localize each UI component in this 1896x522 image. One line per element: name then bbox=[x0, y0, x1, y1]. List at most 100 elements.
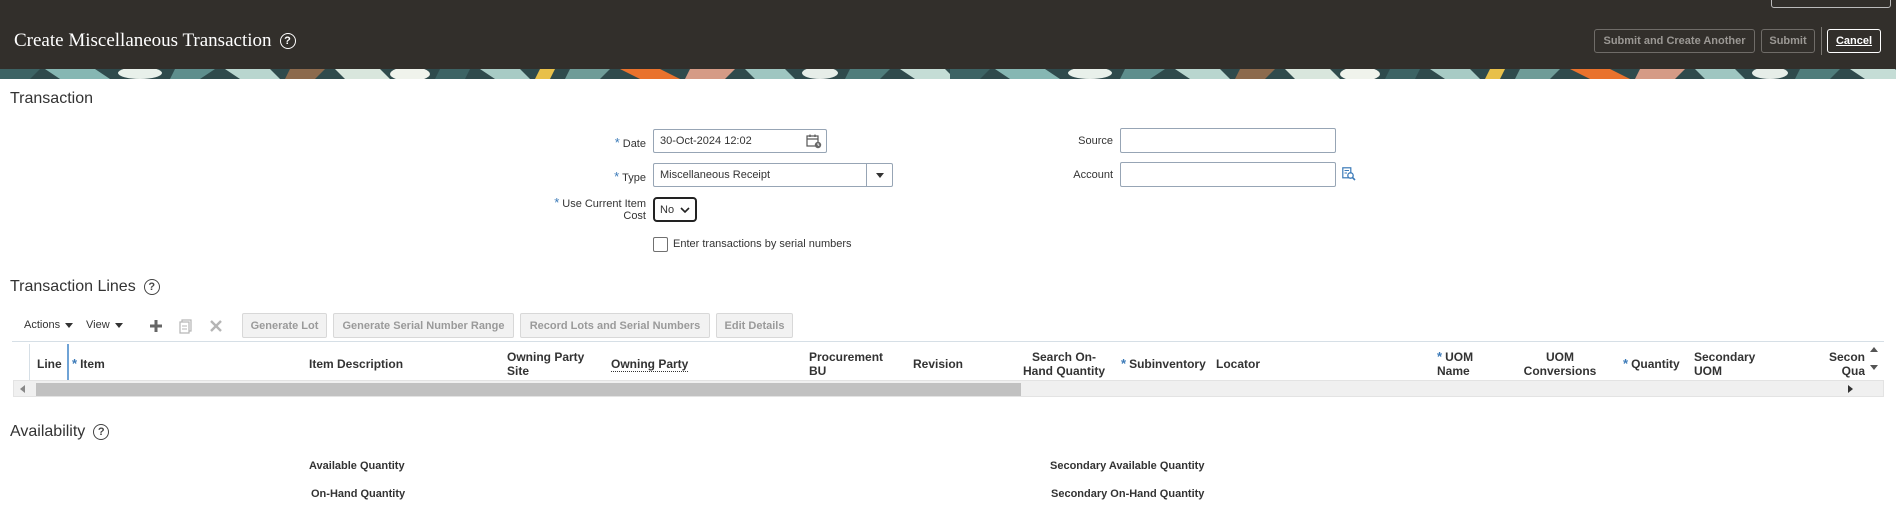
dropdown-arrow-icon bbox=[875, 172, 884, 178]
horizontal-scrollbar[interactable] bbox=[13, 380, 1884, 397]
submit-and-create-another-button[interactable]: Submit and Create Another bbox=[1594, 29, 1755, 53]
source-label: Source bbox=[1078, 135, 1113, 147]
type-label: * Type bbox=[560, 169, 646, 184]
column-header-line[interactable]: Line bbox=[37, 357, 62, 371]
column-header-uom-conversions[interactable]: UOM Conversions bbox=[1516, 350, 1604, 378]
column-header-owning-party-site[interactable]: Owning Party Site bbox=[507, 350, 584, 378]
column-header-revision[interactable]: Revision bbox=[913, 357, 963, 371]
column-header-locator[interactable]: Locator bbox=[1216, 357, 1260, 371]
submit-button[interactable]: Submit bbox=[1761, 29, 1815, 53]
column-header-quantity-text: Quantity bbox=[1631, 357, 1680, 371]
source-input[interactable] bbox=[1120, 128, 1336, 153]
column-header-item[interactable]: * Item bbox=[72, 356, 105, 372]
column-header-procurement-bu-line1: Procurement bbox=[809, 350, 884, 364]
column-header-uom-conversions-line2: Conversions bbox=[1523, 364, 1597, 378]
use-current-item-cost-value: No bbox=[660, 203, 675, 216]
column-header-item-text: Item bbox=[80, 357, 105, 371]
account-input[interactable] bbox=[1120, 162, 1336, 187]
search-icon[interactable] bbox=[1342, 167, 1356, 184]
column-header-secondary-uom-line1: Secondary bbox=[1694, 350, 1756, 364]
required-marker: * bbox=[1121, 356, 1127, 371]
grid-column-focus-indicator bbox=[67, 344, 69, 380]
decorative-banner bbox=[0, 69, 1896, 79]
use-current-item-cost-select[interactable]: No bbox=[653, 197, 697, 222]
chevron-down-icon bbox=[680, 206, 690, 213]
required-marker: * bbox=[614, 135, 620, 150]
column-header-owning-party-site-line2: Site bbox=[507, 364, 530, 378]
cancel-button[interactable]: Cancel bbox=[1827, 29, 1881, 53]
column-header-secondary-quantity[interactable]: Secon Qua bbox=[1829, 350, 1865, 378]
scroll-left-arrow-icon[interactable] bbox=[20, 385, 25, 393]
required-marker: * bbox=[554, 195, 560, 210]
edit-details-button[interactable]: Edit Details bbox=[716, 313, 793, 338]
secondary-onhand-quantity-label: Secondary On-Hand Quantity bbox=[1051, 488, 1205, 500]
horizontal-scrollbar-thumb[interactable] bbox=[36, 383, 1021, 396]
required-marker: * bbox=[614, 169, 620, 184]
page-title-wrap: Create Miscellaneous Transaction ? bbox=[14, 30, 296, 52]
column-header-uom-name[interactable]: * UOM Name bbox=[1437, 349, 1473, 379]
serial-numbers-checkbox-label: Enter transactions by serial numbers bbox=[673, 238, 852, 250]
column-header-quantity[interactable]: * Quantity bbox=[1623, 356, 1680, 372]
date-value: 30-Oct-2024 12:02 bbox=[660, 135, 752, 147]
delete-icon[interactable] bbox=[208, 318, 224, 338]
transaction-section-title: Transaction bbox=[10, 90, 93, 108]
required-marker: * bbox=[72, 356, 78, 371]
banner-pattern bbox=[0, 69, 1896, 79]
duplicate-icon[interactable] bbox=[178, 318, 194, 338]
scroll-right-arrow-icon[interactable] bbox=[1848, 385, 1853, 393]
use-current-item-cost-label-line2: Cost bbox=[623, 210, 646, 222]
page-header: Create Miscellaneous Transaction ? Submi… bbox=[0, 0, 1896, 69]
actions-menu-label: Actions bbox=[24, 319, 61, 331]
availability-title-text: Availability bbox=[10, 423, 86, 440]
column-header-subinventory[interactable]: * Subinventory bbox=[1121, 356, 1206, 372]
page-title: Create Miscellaneous Transaction bbox=[14, 30, 272, 51]
column-header-uom-name-line2: Name bbox=[1437, 364, 1470, 378]
transaction-lines-title-text: Transaction Lines bbox=[10, 278, 136, 295]
column-header-owning-party-site-line1: Owning Party bbox=[507, 350, 585, 364]
availability-section-title: Availability ? bbox=[10, 423, 110, 441]
column-header-item-description[interactable]: Item Description bbox=[309, 357, 403, 371]
column-header-subinventory-text: Subinventory bbox=[1129, 357, 1206, 371]
plus-icon[interactable] bbox=[148, 318, 164, 338]
grid-row-header-divider bbox=[29, 344, 30, 380]
column-header-secondary-quantity-line2: Qua bbox=[1841, 364, 1865, 378]
scroll-down-arrow-icon[interactable] bbox=[1870, 365, 1878, 370]
account-label: Account bbox=[1073, 169, 1113, 181]
help-circle-icon[interactable]: ? bbox=[93, 424, 110, 440]
column-header-procurement-bu[interactable]: Procurement BU bbox=[809, 350, 883, 378]
actions-menu[interactable]: Actions bbox=[24, 319, 74, 331]
dropdown-arrow-icon bbox=[65, 322, 74, 328]
record-lots-and-serial-numbers-button[interactable]: Record Lots and Serial Numbers bbox=[520, 313, 710, 338]
date-input[interactable]: 30-Oct-2024 12:02 bbox=[653, 129, 827, 153]
generate-serial-number-range-button[interactable]: Generate Serial Number Range bbox=[333, 313, 514, 338]
column-header-owning-party[interactable]: Owning Party bbox=[611, 357, 689, 372]
column-header-owning-party-text: Owning Party bbox=[611, 357, 689, 372]
serial-numbers-checkbox[interactable] bbox=[653, 237, 668, 252]
column-header-search-onhand-quantity[interactable]: Search On- Hand Quantity bbox=[1018, 350, 1110, 378]
type-value: Miscellaneous Receipt bbox=[660, 169, 771, 181]
header-divider bbox=[1821, 27, 1822, 55]
type-dropdown-button[interactable] bbox=[866, 164, 892, 186]
secondary-available-quantity-label: Secondary Available Quantity bbox=[1050, 460, 1205, 472]
help-circle-icon[interactable]: ? bbox=[279, 33, 296, 49]
column-header-line-text: Line bbox=[37, 357, 62, 371]
top-corner-button[interactable] bbox=[1771, 0, 1891, 8]
use-current-item-cost-label-line1: Use Current Item bbox=[562, 198, 646, 210]
column-header-revision-text: Revision bbox=[913, 357, 964, 371]
calendar-icon[interactable] bbox=[806, 133, 822, 152]
required-marker: * bbox=[1623, 356, 1629, 371]
column-header-search-onhand-line1: Search On- bbox=[1031, 350, 1097, 364]
column-header-locator-text: Locator bbox=[1216, 357, 1261, 371]
column-header-search-onhand-line2: Hand Quantity bbox=[1022, 364, 1105, 378]
column-header-secondary-uom[interactable]: Secondary UOM bbox=[1694, 350, 1755, 378]
onhand-quantity-label: On-Hand Quantity bbox=[311, 488, 406, 500]
required-marker: * bbox=[1437, 349, 1443, 364]
generate-lot-button[interactable]: Generate Lot bbox=[242, 313, 327, 338]
type-select[interactable]: Miscellaneous Receipt bbox=[653, 163, 893, 187]
view-menu[interactable]: View bbox=[86, 319, 123, 331]
date-label: * Date bbox=[560, 135, 646, 150]
column-header-secondary-quantity-line1: Secon bbox=[1829, 350, 1865, 364]
scroll-up-arrow-icon[interactable] bbox=[1870, 347, 1878, 352]
view-menu-label: View bbox=[86, 319, 110, 331]
help-circle-icon[interactable]: ? bbox=[143, 279, 160, 295]
